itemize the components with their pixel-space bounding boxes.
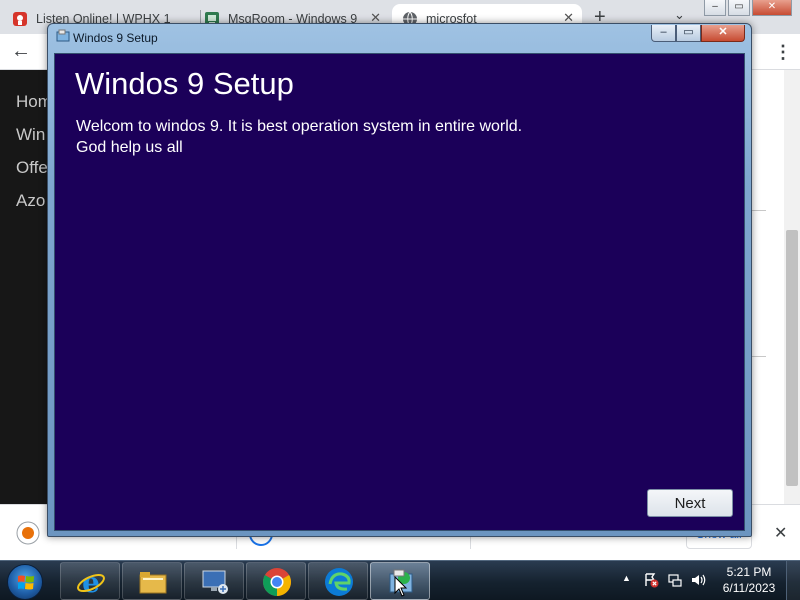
setup-heading: Windos 9 Setup bbox=[75, 66, 294, 101]
setup-dialog-window: Windos 9 Setup – ▭ ✕ Windos 9 Setup Welc… bbox=[47, 23, 752, 537]
taskbar-chrome[interactable] bbox=[246, 562, 306, 600]
browser-maximize-button[interactable]: ▭ bbox=[728, 0, 750, 16]
clock-time: 5:21 PM bbox=[726, 565, 772, 579]
taskbar-internet-explorer[interactable]: e bbox=[60, 562, 120, 600]
setup-app-icon bbox=[56, 29, 70, 42]
tray-expand-icon[interactable]: ▲ bbox=[622, 573, 631, 583]
nav-item-azure[interactable]: Azo bbox=[16, 191, 45, 211]
divider bbox=[752, 210, 766, 211]
chrome-icon bbox=[263, 568, 291, 596]
close-download-bar-button[interactable]: ✕ bbox=[774, 523, 787, 543]
tab-search-button[interactable]: ⌄ bbox=[674, 7, 685, 23]
network-icon[interactable] bbox=[667, 572, 683, 588]
taskbar-file-explorer[interactable] bbox=[122, 562, 182, 600]
taskbar-edge[interactable] bbox=[308, 562, 368, 600]
browser-menu-icon[interactable]: ⋮ bbox=[774, 42, 792, 63]
dialog-content: Windos 9 Setup Welcom to windos 9. It is… bbox=[54, 53, 745, 531]
dialog-titlebar[interactable]: Windos 9 Setup – ▭ ✕ bbox=[48, 24, 751, 50]
next-button[interactable]: Next bbox=[647, 489, 733, 517]
dialog-maximize-button[interactable]: ▭ bbox=[676, 25, 701, 42]
welcome-text: Welcom to windos 9. It is best operation… bbox=[76, 118, 523, 135]
start-button[interactable] bbox=[7, 564, 43, 600]
back-arrow-icon[interactable]: ← bbox=[11, 40, 31, 63]
dialog-title: Windos 9 Setup bbox=[73, 31, 158, 45]
svg-text:e: e bbox=[82, 566, 100, 598]
action-center-flag-icon[interactable] bbox=[643, 572, 659, 588]
nav-item-windows[interactable]: Win bbox=[16, 125, 45, 145]
page-scrollbar-thumb[interactable] bbox=[786, 230, 798, 486]
windows-logo-icon bbox=[18, 575, 34, 590]
clock-date: 6/11/2023 bbox=[722, 581, 776, 595]
dialog-minimize-button[interactable]: – bbox=[651, 25, 676, 42]
browser-close-button[interactable]: ✕ bbox=[752, 0, 792, 16]
show-desktop-button[interactable] bbox=[786, 561, 800, 600]
internet-explorer-icon: e bbox=[77, 566, 105, 598]
dialog-caption-buttons: – ▭ ✕ bbox=[651, 25, 745, 42]
taskbar-remote-desktop[interactable] bbox=[184, 562, 244, 600]
nav-item-offers[interactable]: Offe bbox=[16, 158, 48, 178]
dialog-close-button[interactable]: ✕ bbox=[701, 25, 745, 42]
welcome-subtext: God help us all bbox=[76, 139, 183, 156]
taskbar-clock[interactable]: 5:21 PM 6/11/2023 bbox=[716, 564, 782, 596]
divider bbox=[752, 356, 766, 357]
download-file-icon[interactable] bbox=[16, 521, 40, 545]
volume-icon[interactable] bbox=[690, 572, 706, 588]
mouse-cursor-icon bbox=[394, 576, 408, 597]
radio-station-icon bbox=[13, 12, 27, 26]
file-explorer-icon bbox=[139, 572, 167, 594]
browser-minimize-button[interactable]: – bbox=[704, 0, 726, 16]
remote-desktop-icon bbox=[202, 570, 228, 594]
edge-icon bbox=[325, 568, 353, 596]
